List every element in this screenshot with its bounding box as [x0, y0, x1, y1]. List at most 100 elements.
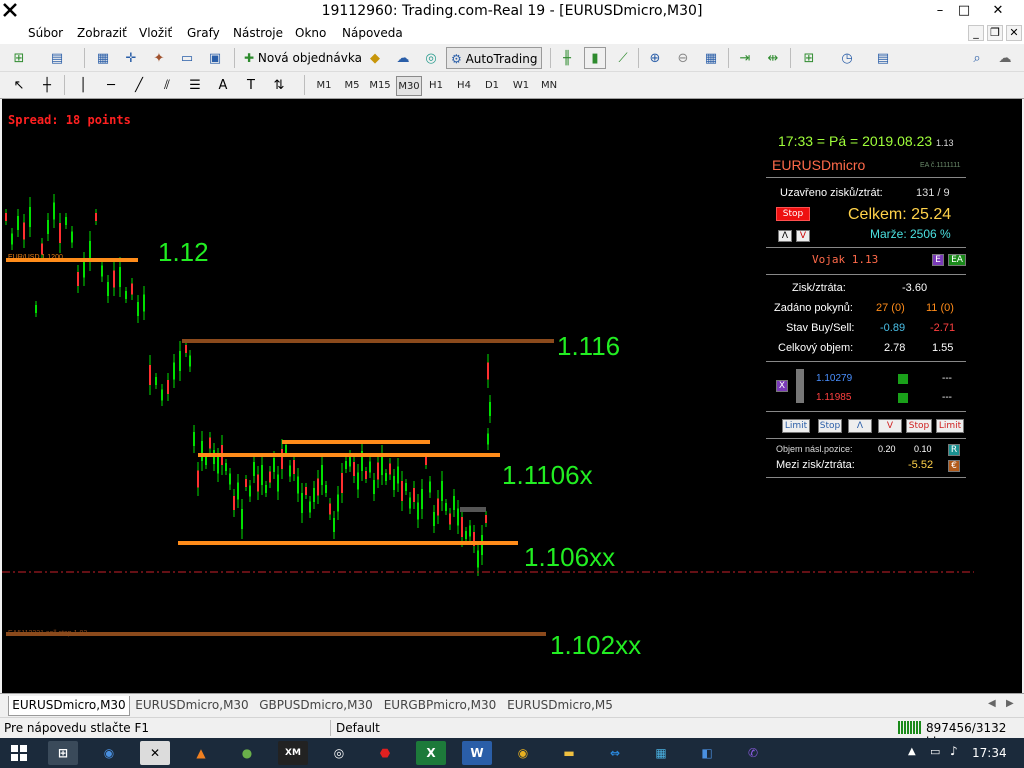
panel-up-button[interactable]: Λ — [778, 230, 792, 242]
maximize-button[interactable]: □ — [952, 2, 976, 20]
taskbar-xm-icon[interactable]: XM — [278, 741, 308, 765]
fibonacci-icon[interactable]: ☰ — [184, 74, 206, 96]
search-icon[interactable]: ⌕ — [966, 47, 988, 69]
tester-icon[interactable]: ▣ — [204, 47, 226, 69]
tray-volume-icon[interactable]: ♪ — [950, 744, 958, 758]
tf-h4[interactable]: H4 — [452, 76, 476, 96]
taskbar-word-icon[interactable]: W — [462, 741, 492, 765]
panel-stop-button[interactable]: Stop — [776, 207, 810, 221]
crosshair-icon[interactable]: ✛ — [120, 47, 142, 69]
tray-network-icon[interactable]: ▭ — [930, 745, 940, 758]
close-button[interactable]: ✕ — [986, 2, 1010, 20]
minimize-button[interactable]: – — [928, 2, 952, 20]
taskbar-app-1-icon[interactable]: ⊞ — [48, 741, 78, 765]
zoom-in-icon[interactable]: ⊕ — [644, 47, 666, 69]
chart-canvas[interactable]: Spread: 18 points EUR/USD 1.1200 EA51122… — [2, 99, 1022, 693]
text-icon[interactable]: A — [212, 74, 234, 96]
panel-down-button[interactable]: V — [796, 230, 810, 242]
menu-help[interactable]: Nápoveda — [342, 26, 403, 40]
tab-scroll-right-icon[interactable]: ▶ — [1006, 698, 1014, 709]
navigator-icon[interactable]: ✦ — [148, 47, 170, 69]
tf-m1[interactable]: M1 — [312, 76, 336, 96]
metaeditor-icon[interactable]: ◆ — [364, 47, 386, 69]
horizontal-line-icon[interactable]: ─ — [100, 74, 122, 96]
new-chart-icon[interactable]: ⊞ — [8, 47, 30, 69]
menu-charts[interactable]: Grafy — [187, 26, 220, 40]
tf-w1[interactable]: W1 — [508, 76, 534, 96]
sell-stop-button[interactable]: Stop — [906, 419, 932, 433]
taskbar-explorer-icon[interactable]: ▬ — [554, 741, 584, 765]
panel-e-button[interactable]: E — [932, 254, 944, 266]
buy-button[interactable]: Λ — [848, 419, 872, 433]
candlestick-icon[interactable]: ▮ — [584, 47, 606, 69]
taskbar-app-2-icon[interactable]: ◉ — [94, 741, 124, 765]
mdi-close-button[interactable]: ✕ — [1006, 25, 1022, 41]
cursor-icon[interactable]: ↖ — [8, 74, 30, 96]
zoom-out-icon[interactable]: ⊖ — [672, 47, 694, 69]
menu-tools[interactable]: Nástroje — [233, 26, 283, 40]
menu-window[interactable]: Okno — [295, 26, 326, 40]
signals-icon[interactable]: ☁ — [392, 47, 414, 69]
taskbar-metatrader-icon[interactable]: ✕ — [140, 741, 170, 765]
tab-gbpusd-m30[interactable]: GBPUSDmicro,M30 — [258, 696, 374, 716]
menu-insert[interactable]: Vložiť — [139, 26, 172, 40]
panel-ea-button[interactable]: EA — [948, 254, 966, 266]
buy-stop-button[interactable]: Stop — [818, 419, 842, 433]
tf-h1[interactable]: H1 — [424, 76, 448, 96]
menu-view[interactable]: Zobraziť — [77, 26, 127, 40]
tab-eurusd-m30-2[interactable]: EURUSDmicro,M30 — [134, 696, 250, 716]
mdi-restore-button[interactable]: ❐ — [987, 25, 1003, 41]
bar-chart-icon[interactable]: ╫ — [556, 47, 578, 69]
tf-d1[interactable]: D1 — [480, 76, 504, 96]
windows-start-icon[interactable] — [4, 741, 34, 765]
tab-scroll-left-icon[interactable]: ◀ — [988, 698, 996, 709]
taskbar-vlc-icon[interactable]: ▲ — [186, 741, 216, 765]
taskbar-teamviewer-icon[interactable]: ⇔ — [600, 741, 630, 765]
text-label-icon[interactable]: T — [240, 74, 262, 96]
tray-arrow-icon[interactable]: ▲ — [908, 746, 916, 757]
taskbar-app-6-icon[interactable]: ◧ — [692, 741, 722, 765]
periods-icon[interactable]: ◷ — [836, 47, 858, 69]
tf-m30[interactable]: M30 — [396, 76, 422, 96]
taskbar-stop-icon[interactable]: ⬣ — [370, 741, 400, 765]
tf-m5[interactable]: M5 — [340, 76, 364, 96]
line-chart-icon[interactable]: ⟋ — [612, 47, 634, 69]
buy-limit-button[interactable]: Limit — [782, 419, 810, 433]
templates-icon[interactable]: ▤ — [872, 47, 894, 69]
tile-windows-icon[interactable]: ▦ — [700, 47, 722, 69]
sell-limit-button[interactable]: Limit — [936, 419, 964, 433]
new-order-button[interactable]: ✚ Nová objednávka — [240, 47, 366, 69]
autoscroll-icon[interactable]: ⇥ — [734, 47, 756, 69]
panel-x-button[interactable]: X — [776, 380, 788, 392]
arrows-icon[interactable]: ⇅ — [268, 74, 290, 96]
slider-track[interactable] — [796, 369, 804, 403]
taskbar-chrome-icon[interactable]: ◉ — [508, 741, 538, 765]
tf-m15[interactable]: M15 — [366, 76, 394, 96]
channel-icon[interactable]: ⫽ — [156, 74, 178, 96]
alerts-icon[interactable]: ◎ — [420, 47, 442, 69]
tab-eurusd-m5[interactable]: EURUSDmicro,M5 — [506, 696, 614, 716]
taskbar-app-5-icon[interactable]: ▦ — [646, 741, 676, 765]
terminal-icon[interactable]: ▭ — [176, 47, 198, 69]
crosshair-tool-icon[interactable]: ┼ — [36, 74, 58, 96]
market-watch-icon[interactable]: ▦ — [92, 47, 114, 69]
menu-file[interactable]: Súbor — [28, 26, 63, 40]
taskbar-app-4-icon[interactable]: ◎ — [324, 741, 354, 765]
taskbar-excel-icon[interactable]: X — [416, 741, 446, 765]
vertical-line-icon[interactable]: │ — [72, 74, 94, 96]
panel-euro-button[interactable]: € — [948, 460, 960, 472]
taskbar-viber-icon[interactable]: ✆ — [738, 741, 768, 765]
taskbar-app-3-icon[interactable]: ● — [232, 741, 262, 765]
mdi-minimize-button[interactable]: _ — [968, 25, 984, 41]
profiles-icon[interactable]: ▤ — [46, 47, 68, 69]
panel-r-button[interactable]: R — [948, 444, 960, 456]
tab-eurgbp-m30[interactable]: EURGBPmicro,M30 — [382, 696, 498, 716]
tf-mn[interactable]: MN — [536, 76, 562, 96]
autotrading-button[interactable]: ⚙ AutoTrading — [446, 47, 543, 69]
indicators-icon[interactable]: ⊞ — [798, 47, 820, 69]
chart-shift-icon[interactable]: ⇹ — [762, 47, 784, 69]
chat-icon[interactable]: ☁ — [994, 47, 1016, 69]
trendline-icon[interactable]: ╱ — [128, 74, 150, 96]
tab-eurusd-m30-1[interactable]: EURUSDmicro,M30 — [8, 696, 130, 716]
sell-button[interactable]: V — [878, 419, 902, 433]
